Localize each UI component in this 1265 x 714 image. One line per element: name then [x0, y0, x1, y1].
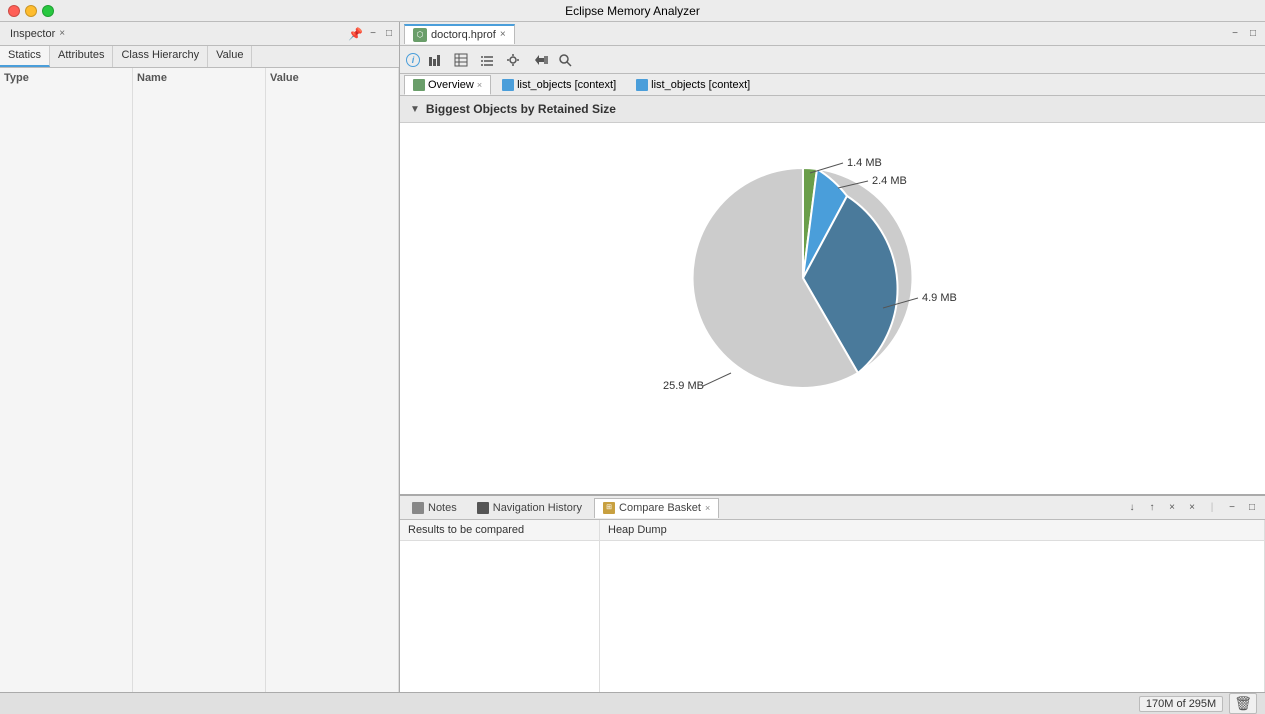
pie-chart-container: 1.4 MB 2.4 MB 4.9 MB 25.9 MB — [583, 128, 1083, 408]
list-objects-1-icon — [502, 79, 514, 91]
nav-history-icon — [477, 502, 489, 514]
svg-text:2.4 MB: 2.4 MB — [872, 175, 907, 187]
compare-basket-tab-close[interactable]: × — [705, 503, 710, 513]
inspector-tab[interactable]: Inspector × — [4, 26, 71, 42]
panel-minimize-button[interactable]: − — [367, 27, 379, 40]
close-window-button[interactable] — [8, 5, 20, 17]
file-tab-bar: ⬡ doctorq.hprof × − □ — [400, 22, 1265, 46]
status-bar: 170M of 295M 🗑 — [0, 692, 1265, 714]
table-button[interactable] — [450, 49, 472, 71]
tab-list-objects-2[interactable]: list_objects [context] — [627, 75, 759, 95]
tab-overview[interactable]: Overview × — [404, 75, 491, 95]
gc-button[interactable]: 🗑 — [1229, 693, 1257, 714]
tab-navigation-history[interactable]: Navigation History — [469, 498, 590, 518]
file-tab-icon: ⬡ — [413, 28, 427, 42]
main-layout: Inspector × 📌 − □ Statics Attributes Cla… — [0, 22, 1265, 714]
left-panel: Inspector × 📌 − □ Statics Attributes Cla… — [0, 22, 400, 714]
tab-compare-basket[interactable]: ⊞ Compare Basket × — [594, 498, 719, 518]
file-tab-label: doctorq.hprof — [431, 29, 496, 41]
search-button[interactable] — [554, 49, 576, 71]
window-controls — [8, 5, 54, 17]
nav-left-button[interactable] — [528, 49, 550, 71]
main-toolbar: i — [400, 46, 1265, 74]
compare-basket-icon: ⊞ — [603, 502, 615, 514]
value-column-header: Value — [270, 72, 394, 84]
memory-label: 170M of 295M — [1146, 698, 1216, 710]
list-objects-1-label: list_objects [context] — [517, 79, 616, 91]
bottom-panel: Notes Navigation History ⊞ Compare Baske… — [400, 494, 1265, 714]
section-title: Biggest Objects by Retained Size — [426, 102, 616, 116]
name-column-header: Name — [137, 72, 261, 84]
file-tab-close[interactable]: × — [500, 29, 506, 40]
name-column: Name — [133, 68, 266, 714]
main-content: ▼ Biggest Objects by Retained Size — [400, 96, 1265, 494]
overview-tab-label: Overview — [428, 79, 474, 91]
heap-dump-column-header: Heap Dump — [600, 520, 1264, 541]
bottom-minimize-button[interactable]: − — [1223, 499, 1241, 517]
minimize-window-button[interactable] — [25, 5, 37, 17]
heap-dump-column: Heap Dump — [600, 520, 1265, 714]
inspector-tab-close[interactable]: × — [59, 28, 65, 39]
title-bar: Eclipse Memory Analyzer — [0, 0, 1265, 22]
list-objects-2-label: list_objects [context] — [651, 79, 750, 91]
type-column: Type — [0, 68, 133, 714]
overview-tab-close[interactable]: × — [477, 80, 482, 90]
right-panel: ⬡ doctorq.hprof × − □ i — [400, 22, 1265, 714]
file-tab-maximize-button[interactable]: □ — [1245, 26, 1261, 42]
value-column: Value — [266, 68, 399, 714]
section-header: ▼ Biggest Objects by Retained Size — [400, 96, 1265, 123]
chart-area: 1.4 MB 2.4 MB 4.9 MB 25.9 MB — [400, 123, 1265, 413]
file-tab-hprof[interactable]: ⬡ doctorq.hprof × — [404, 24, 515, 44]
pie-chart-svg: 1.4 MB 2.4 MB 4.9 MB 25.9 MB — [603, 133, 1063, 403]
maximize-window-button[interactable] — [42, 5, 54, 17]
close-action-2-button[interactable]: × — [1183, 499, 1201, 517]
tab-list-objects-1[interactable]: list_objects [context] — [493, 75, 625, 95]
memory-indicator: 170M of 295M — [1139, 696, 1223, 712]
bottom-tab-bar: Notes Navigation History ⊞ Compare Baske… — [400, 496, 1265, 520]
pin-icon[interactable]: 📌 — [348, 27, 363, 41]
file-tab-minimize-button[interactable]: − — [1227, 26, 1243, 42]
bar-chart-button[interactable] — [424, 49, 446, 71]
tab-notes[interactable]: Notes — [404, 498, 465, 518]
list-button[interactable] — [476, 49, 498, 71]
nav-history-tab-label: Navigation History — [493, 502, 582, 514]
tab-attributes[interactable]: Attributes — [50, 46, 113, 67]
results-column-header: Results to be compared — [400, 520, 599, 541]
bottom-tab-actions: ↓ ↑ × × | − □ — [1123, 499, 1261, 517]
notes-tab-label: Notes — [428, 502, 457, 514]
section-collapse-button[interactable]: ▼ — [410, 104, 420, 115]
inspector-content: Type Name Value — [0, 68, 399, 714]
notes-icon — [412, 502, 424, 514]
bottom-content: Results to be compared Heap Dump — [400, 520, 1265, 714]
svg-text:4.9 MB: 4.9 MB — [922, 292, 957, 304]
tab-class-hierarchy[interactable]: Class Hierarchy — [113, 46, 208, 67]
move-down-button[interactable]: ↓ — [1123, 499, 1141, 517]
list-objects-2-icon — [636, 79, 648, 91]
panel-maximize-button[interactable]: □ — [383, 27, 395, 40]
move-up-button[interactable]: ↑ — [1143, 499, 1161, 517]
svg-text:1.4 MB: 1.4 MB — [847, 157, 882, 169]
info-button[interactable]: i — [406, 53, 420, 67]
tab-value[interactable]: Value — [208, 46, 252, 67]
inner-tab-bar: Overview × list_objects [context] list_o… — [400, 74, 1265, 96]
tab-bar-buttons: − □ — [1227, 26, 1261, 42]
bottom-maximize-button[interactable]: □ — [1243, 499, 1261, 517]
inspector-tab-label: Inspector — [10, 28, 55, 40]
inspector-subtabs: Statics Attributes Class Hierarchy Value — [0, 46, 399, 68]
tab-statics[interactable]: Statics — [0, 46, 50, 67]
compare-basket-tab-label: Compare Basket — [619, 502, 701, 514]
inspector-tab-bar: Inspector × 📌 − □ — [0, 22, 399, 46]
type-column-header: Type — [4, 72, 128, 84]
settings-button[interactable] — [502, 49, 524, 71]
app-title: Eclipse Memory Analyzer — [565, 4, 700, 18]
divider-icon: | — [1203, 499, 1221, 517]
svg-text:25.9 MB: 25.9 MB — [663, 380, 704, 392]
results-to-compare-column: Results to be compared — [400, 520, 600, 714]
close-action-1-button[interactable]: × — [1163, 499, 1181, 517]
overview-tab-icon — [413, 79, 425, 91]
